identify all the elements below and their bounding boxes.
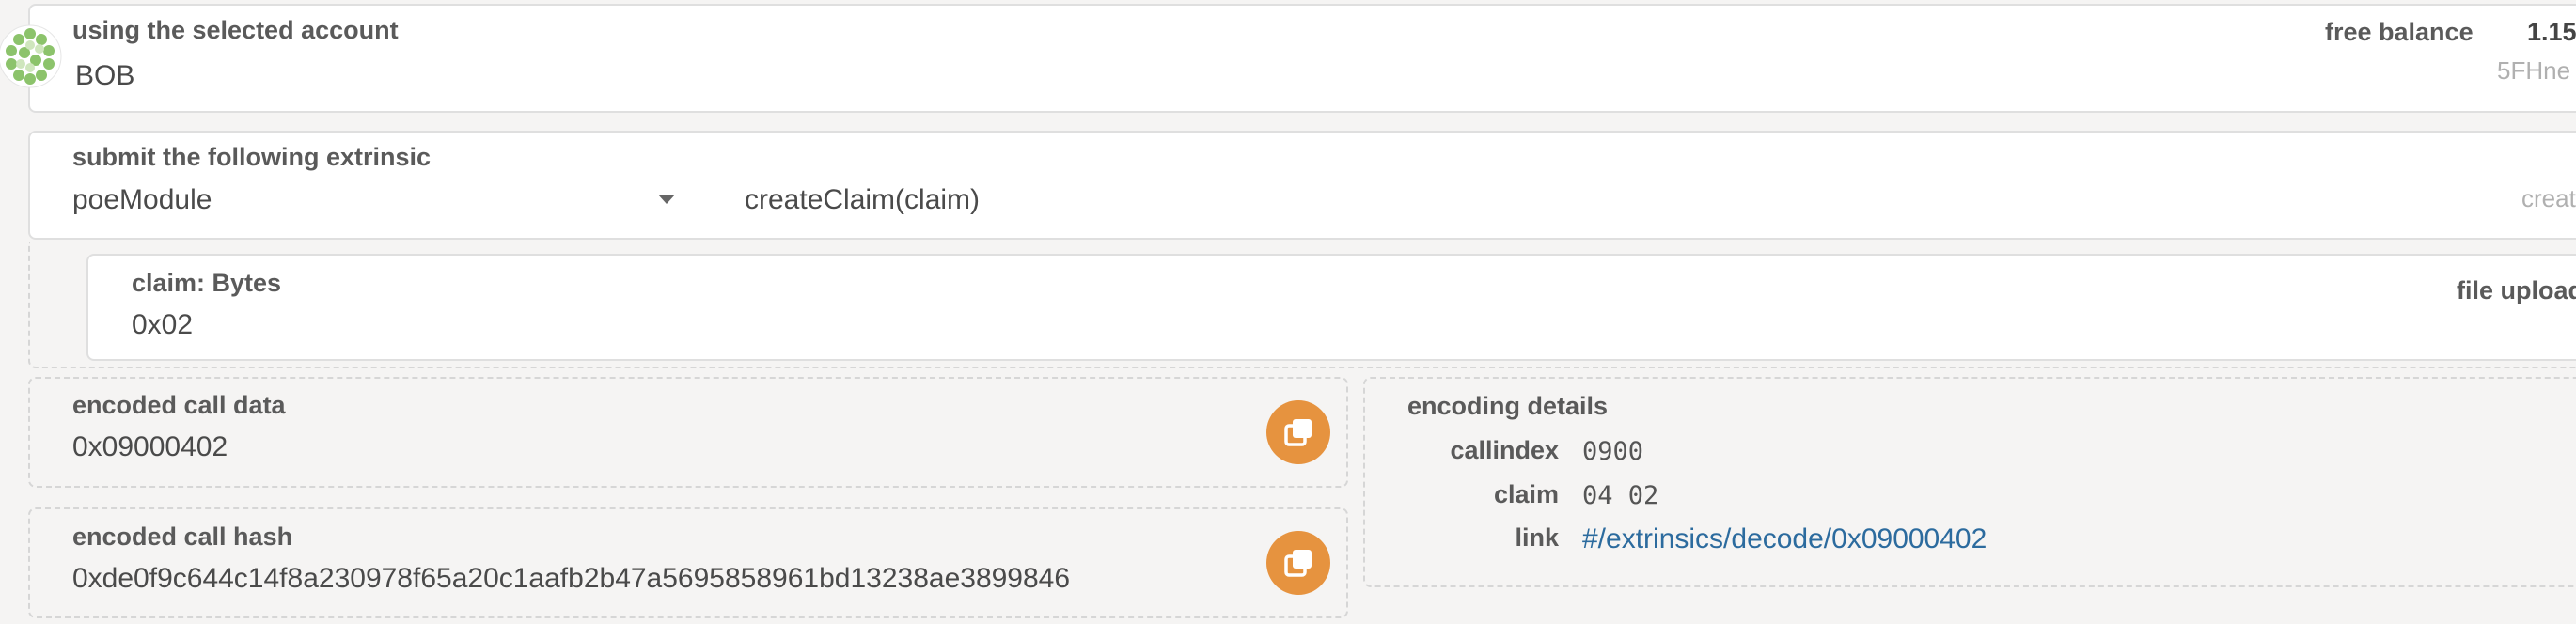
- method-select[interactable]: createClaim(claim): [745, 184, 980, 216]
- encoded-call-data-value: 0x09000402: [72, 431, 228, 462]
- encoding-details-title: encoding details: [1407, 392, 1609, 420]
- callindex-label: callindex: [1450, 436, 1559, 464]
- account-panel[interactable]: [28, 4, 2576, 113]
- account-label: using the selected account: [72, 16, 399, 44]
- copy-call-data-button[interactable]: [1266, 400, 1330, 464]
- chevron-down-icon[interactable]: [658, 195, 675, 204]
- encoded-call-data-label: encoded call data: [72, 391, 286, 419]
- copy-icon: [1284, 419, 1312, 446]
- account-address: 5FHne: [2497, 56, 2571, 85]
- claim-input[interactable]: 0x02: [132, 309, 193, 341]
- encoded-call-hash-value: 0xde0f9c644c14f8a230978f65a20c1aafb2b47a…: [72, 563, 1071, 594]
- copy-call-hash-button[interactable]: [1266, 531, 1330, 595]
- account-identicon: [0, 24, 62, 88]
- module-select[interactable]: poeModule: [72, 184, 212, 216]
- copy-icon: [1284, 550, 1312, 577]
- free-balance-label: free balance: [2325, 18, 2474, 46]
- claim-param-label: claim: Bytes: [132, 269, 282, 297]
- extrinsic-label: submit the following extrinsic: [72, 143, 432, 171]
- link-label: link: [1515, 523, 1559, 552]
- account-name[interactable]: BOB: [75, 60, 134, 92]
- callindex-value: 0900: [1582, 437, 1644, 466]
- encoded-call-hash-label: encoded call hash: [72, 523, 293, 551]
- claim-param-panel: [86, 254, 2576, 361]
- claim-label: claim: [1493, 480, 1559, 508]
- claim-encoded-value: 04 02: [1582, 481, 1659, 510]
- file-upload-toggle-label[interactable]: file upload: [2457, 276, 2576, 305]
- free-balance-value: 1.15: [2527, 18, 2576, 46]
- method-hint: creat: [2521, 184, 2576, 212]
- decode-link[interactable]: #/extrinsics/decode/0x09000402: [1582, 523, 1987, 555]
